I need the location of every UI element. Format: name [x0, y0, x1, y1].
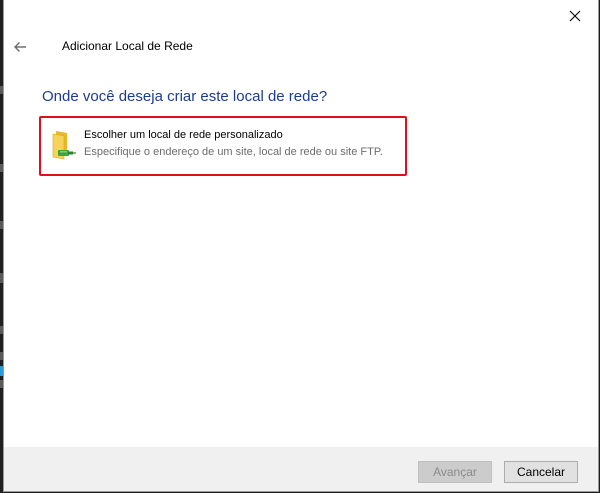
- option-custom-network-location[interactable]: Escolher um local de rede personalizado …: [39, 116, 407, 176]
- dialog-footer: Avançar Cancelar: [4, 447, 598, 491]
- network-folder-icon: [49, 128, 77, 162]
- page-heading: Onde você deseja criar este local de red…: [42, 88, 328, 105]
- cancel-button[interactable]: Cancelar: [504, 461, 578, 483]
- close-button[interactable]: [552, 0, 598, 32]
- add-network-location-dialog: Adicionar Local de Rede Onde você deseja…: [3, 0, 599, 492]
- close-icon: [569, 10, 581, 22]
- next-button[interactable]: Avançar: [418, 461, 492, 483]
- back-button[interactable]: [9, 36, 31, 58]
- option-title: Escolher um local de rede personalizado: [84, 129, 283, 141]
- option-description: Especifique o endereço de um site, local…: [84, 146, 383, 158]
- window-title: Adicionar Local de Rede: [62, 39, 193, 53]
- back-arrow-icon: [14, 42, 26, 52]
